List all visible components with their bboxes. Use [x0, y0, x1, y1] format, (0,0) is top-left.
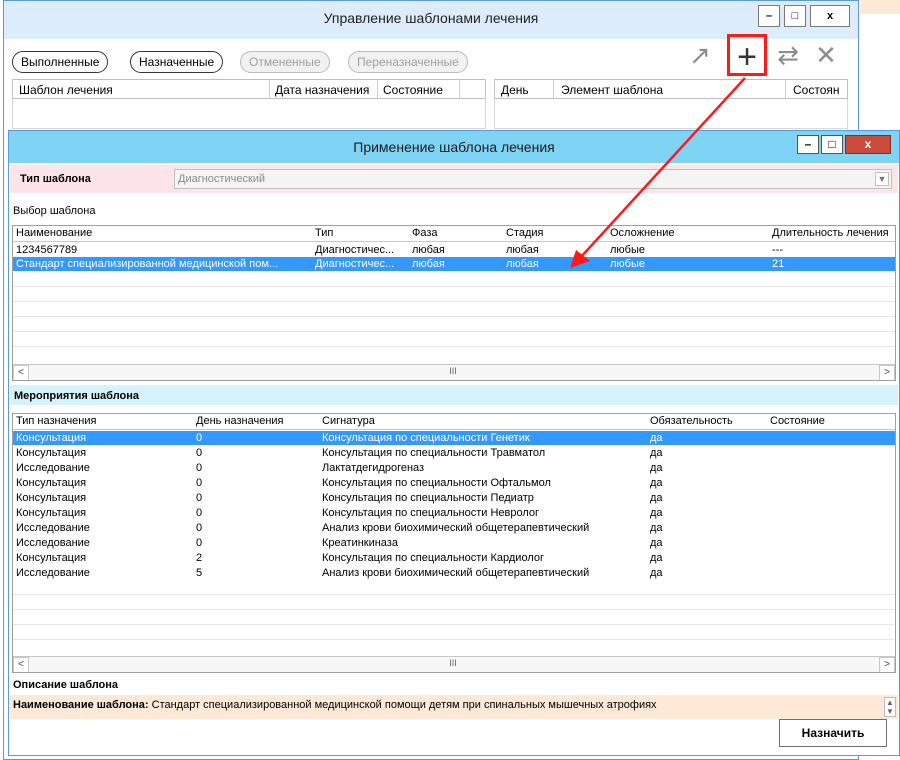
annotation-arrow [570, 77, 746, 268]
